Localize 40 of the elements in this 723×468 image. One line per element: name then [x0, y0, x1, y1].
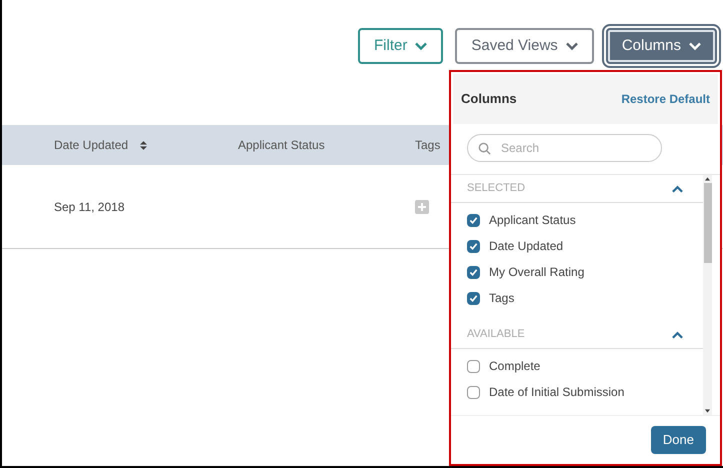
- column-option[interactable]: Complete: [489, 357, 540, 375]
- chevron-down-icon: [566, 42, 578, 50]
- column-header[interactable]: Date Updated: [54, 136, 128, 154]
- column-option[interactable]: Date of Initial Submission: [489, 383, 624, 401]
- column-option[interactable]: My Overall Rating: [489, 263, 584, 281]
- toolbar-button[interactable]: Saved Views: [455, 28, 594, 64]
- collapse-button[interactable]: [672, 330, 683, 338]
- chevron-up-icon: [672, 184, 683, 192]
- table-cell-text: Sep 11, 2018: [53, 198, 126, 216]
- checkbox[interactable]: [467, 292, 480, 304]
- checkbox[interactable]: [467, 240, 480, 252]
- section-header: AVAILABLE: [467, 327, 525, 342]
- chevron-down-icon: [415, 42, 428, 50]
- column-header[interactable]: Tags: [415, 138, 440, 152]
- section-header: SELECTED: [467, 181, 526, 196]
- column-option[interactable]: Applicant Status: [489, 211, 576, 229]
- sort-icon[interactable]: [140, 140, 148, 150]
- done-button[interactable]: Done: [650, 426, 706, 454]
- check-icon: [469, 294, 478, 302]
- collapse-button[interactable]: [672, 184, 683, 192]
- chevron-up-icon: [672, 330, 683, 338]
- checkbox[interactable]: [467, 386, 480, 398]
- restore-default-link[interactable]: Restore Default: [621, 90, 710, 108]
- search-field[interactable]: Search: [467, 134, 662, 162]
- column-header[interactable]: Applicant Status: [238, 138, 325, 152]
- scroll-up-icon[interactable]: [705, 177, 710, 181]
- scroll-down-icon[interactable]: [705, 409, 710, 413]
- check-icon: [469, 242, 478, 250]
- check-icon: [469, 268, 478, 276]
- scrollbar[interactable]: [703, 175, 712, 415]
- toolbar-button[interactable]: Filter: [358, 28, 444, 64]
- check-icon: [469, 216, 478, 224]
- panel-title: Columns: [461, 90, 517, 108]
- checkbox[interactable]: [467, 360, 480, 372]
- checkbox[interactable]: [467, 266, 480, 278]
- chevron-down-icon: [689, 42, 701, 50]
- column-option[interactable]: Tags: [489, 289, 514, 307]
- checkbox[interactable]: [467, 214, 480, 226]
- column-option[interactable]: Date Updated: [489, 237, 564, 255]
- search-icon: [478, 142, 491, 155]
